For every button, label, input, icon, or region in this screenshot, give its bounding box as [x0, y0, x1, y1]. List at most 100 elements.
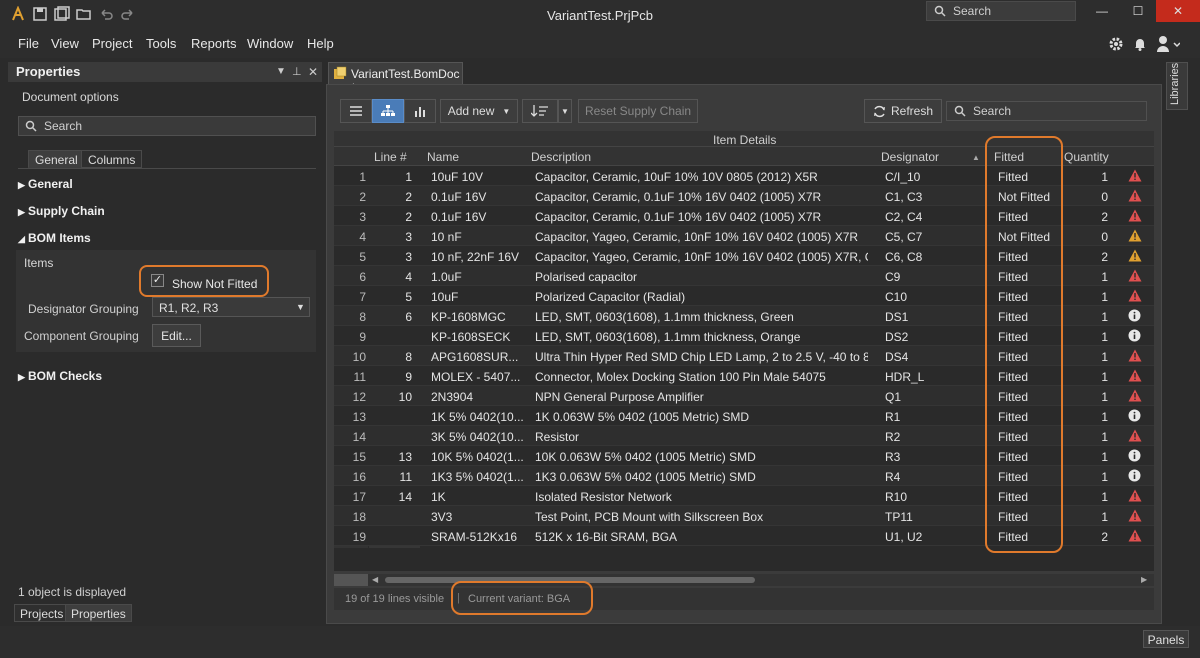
line-number-cell: 5: [405, 290, 412, 304]
lines-visible-status: 19 of 19 lines visible: [345, 593, 445, 605]
designator-cell: R4: [885, 470, 901, 484]
quantity-cell: 2: [1101, 210, 1108, 224]
gear-icon[interactable]: [1108, 36, 1124, 52]
designator-grouping-select[interactable]: R1, R2, R3: [152, 297, 310, 317]
search-placeholder: Search: [44, 119, 83, 133]
menu-file[interactable]: File: [18, 36, 39, 51]
row-index: 10: [352, 350, 366, 364]
designator-cell: U1, U2: [885, 530, 923, 544]
line-number-cell: 4: [405, 270, 412, 284]
global-search-input[interactable]: Search: [926, 1, 1076, 21]
close-window-button[interactable]: ✕: [1156, 0, 1200, 22]
section-bom-items[interactable]: ◢ BOM Items: [18, 231, 91, 245]
scroll-left-icon[interactable]: ◀: [372, 575, 378, 584]
objects-displayed-status: 1 object is displayed: [18, 585, 127, 599]
description-cell: Capacitor, Ceramic, 0.1uF 10% 16V 0402 (…: [535, 210, 822, 224]
column-header-designator[interactable]: Designator: [881, 150, 939, 164]
description-cell: 10K 0.063W 5% 0402 (1005 Metric) SMD: [535, 450, 756, 464]
menu-window[interactable]: Window: [247, 36, 293, 51]
quantity-cell: 1: [1101, 370, 1108, 384]
section-supply-chain[interactable]: ▶ Supply Chain: [18, 204, 105, 218]
name-cell: KP-1608MGC: [431, 310, 506, 324]
quantity-cell: 1: [1101, 510, 1108, 524]
menu-help[interactable]: Help: [307, 36, 334, 51]
description-cell: Capacitor, Ceramic, 10uF 10% 10V 0805 (2…: [535, 170, 818, 184]
quantity-cell: 1: [1101, 350, 1108, 364]
tab-general[interactable]: General: [28, 150, 85, 168]
chart-view-button[interactable]: [404, 99, 436, 123]
column-header-quantity[interactable]: Quantity: [1064, 150, 1109, 164]
bom-search-input[interactable]: Search: [946, 101, 1147, 121]
menu-tools[interactable]: Tools: [146, 36, 176, 51]
section-label: Supply Chain: [28, 204, 105, 218]
flat-view-button[interactable]: [340, 99, 372, 123]
description-cell: NPN General Purpose Amplifier: [535, 390, 704, 404]
column-header-description[interactable]: Description: [531, 150, 591, 164]
minimize-button[interactable]: —: [1084, 0, 1120, 22]
quantity-cell: 1: [1101, 170, 1108, 184]
scroll-right-icon[interactable]: ▶: [1141, 575, 1147, 584]
panel-menu-icon[interactable]: ▼: [276, 66, 286, 77]
description-cell: Capacitor, Ceramic, 0.1uF 10% 16V 0402 (…: [535, 190, 822, 204]
edit-button[interactable]: Edit...: [152, 324, 201, 347]
quantity-cell: 1: [1101, 310, 1108, 324]
panels-button[interactable]: Panels: [1143, 630, 1189, 648]
quantity-cell: 1: [1101, 410, 1108, 424]
tab-columns[interactable]: Columns: [81, 150, 143, 168]
bom-document-icon: [333, 66, 347, 80]
refresh-label: Refresh: [890, 104, 934, 118]
pin-icon[interactable]: ⊥: [292, 65, 302, 78]
row-index: 12: [352, 390, 366, 404]
menu-project[interactable]: Project: [92, 36, 132, 51]
tab-projects[interactable]: Projects: [14, 604, 70, 622]
row-index: 17: [352, 490, 366, 504]
row-index: 4: [359, 230, 366, 244]
list-icon: [350, 106, 362, 116]
name-cell: 10 nF: [431, 230, 462, 244]
refresh-button[interactable]: Refresh: [864, 99, 942, 123]
column-header-name[interactable]: Name: [427, 150, 459, 164]
line-number-cell: 13: [398, 450, 412, 464]
quantity-cell: 1: [1101, 430, 1108, 444]
description-cell: LED, SMT, 0603(1608), 1.1mm thickness, G…: [535, 310, 794, 324]
name-cell: APG1608SUR...: [431, 350, 519, 364]
sort-dropdown-arrow[interactable]: ▼: [558, 99, 572, 123]
user-icon[interactable]: [1156, 35, 1180, 53]
error-icon: [1128, 509, 1142, 523]
refresh-icon: [873, 105, 885, 117]
tab-properties[interactable]: Properties: [65, 604, 132, 622]
properties-title: Properties: [16, 64, 81, 79]
designator-cell: C9: [885, 270, 901, 284]
menu-reports[interactable]: Reports: [191, 36, 237, 51]
menu-view[interactable]: View: [51, 36, 79, 51]
properties-search-input[interactable]: Search: [18, 116, 316, 136]
info-icon: [1128, 449, 1142, 463]
bottom-status-bar: [0, 626, 1200, 658]
add-new-button[interactable]: Add new ▼: [440, 99, 518, 123]
error-icon: [1128, 369, 1142, 383]
name-cell: 3V3: [431, 510, 453, 524]
bar-chart-icon: [415, 106, 425, 117]
section-bom-checks[interactable]: ▶ BOM Checks: [18, 369, 102, 383]
document-tab[interactable]: VariantTest.BomDoc *: [328, 62, 463, 95]
row-index: 14: [352, 430, 366, 444]
warning-icon: [1128, 229, 1142, 243]
maximize-button[interactable]: ☐: [1120, 0, 1156, 22]
line-number-cell: 10: [398, 390, 412, 404]
designator-cell: DS1: [885, 310, 909, 324]
close-panel-icon[interactable]: ✕: [308, 65, 318, 79]
row-index: 11: [353, 370, 366, 384]
quantity-cell: 1: [1101, 330, 1108, 344]
name-cell: 2N3904: [431, 390, 474, 404]
section-general[interactable]: ▶ General: [18, 177, 73, 191]
base-view-button[interactable]: [372, 99, 404, 123]
chevron-right-icon: ▶: [18, 372, 25, 382]
sort-button[interactable]: [522, 99, 558, 123]
bell-icon[interactable]: [1132, 36, 1148, 52]
show-not-fitted-checkbox[interactable]: ✓: [151, 274, 164, 287]
reset-supply-chain-button[interactable]: Reset Supply Chain: [578, 99, 698, 123]
document-options-label: Document options: [22, 90, 119, 104]
column-header-line[interactable]: Line #: [374, 150, 407, 164]
name-cell: 1K3 5% 0402(1...: [431, 470, 523, 484]
description-cell: Resistor: [535, 430, 580, 444]
